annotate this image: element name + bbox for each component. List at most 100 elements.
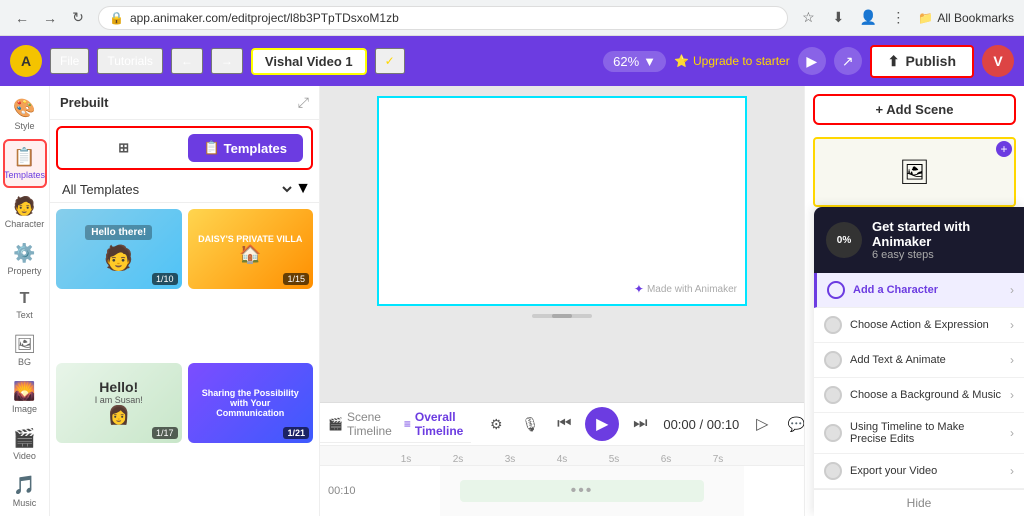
templates-tab-label: Templates: [224, 141, 287, 156]
template-grid: Hello there! 🧑 1/10 DAISY'S PRIVATE VILL…: [50, 203, 319, 516]
scene-add-icon[interactable]: +: [996, 141, 1012, 157]
gs-step-character[interactable]: Add a Character ›: [814, 273, 1024, 308]
user-avatar[interactable]: V: [982, 45, 1014, 77]
sidebar-item-templates[interactable]: 📋 Templates: [3, 139, 47, 188]
gs-check-text: [824, 351, 842, 369]
bg-icon: 🖼: [13, 334, 36, 355]
redo-button[interactable]: →: [211, 48, 243, 74]
browser-actions: ☆ ⬇ 👤 ⋮: [796, 6, 910, 30]
total-time: 00:10: [707, 417, 740, 432]
icon-sidebar: 🎨 Style 📋 Templates 🧑 Character ⚙️ Prope…: [0, 86, 50, 516]
template-card-3[interactable]: Hello! I am Susan! 👩 1/17: [56, 363, 182, 443]
layouts-tab[interactable]: ⊞: [66, 134, 182, 162]
browser-nav-buttons: ← → ↻: [10, 6, 90, 30]
gs-step-timeline[interactable]: Using Timeline to Make Precise Edits ›: [814, 413, 1024, 454]
sidebar-item-text[interactable]: T Text: [3, 284, 47, 326]
sidebar-label-text: Text: [16, 310, 33, 320]
template-tabs: ⊞ 📋 Templates: [56, 126, 313, 170]
menu-button[interactable]: ⋮: [886, 6, 910, 30]
bookmarks-area: 📁 All Bookmarks: [918, 11, 1014, 25]
scene-timeline-icon: 🎬: [328, 417, 343, 431]
mic-btn[interactable]: 🎙: [517, 411, 543, 437]
forward-button[interactable]: →: [38, 6, 62, 30]
gs-header-text: Get started with Animaker 6 easy steps: [872, 219, 1012, 261]
property-icon: ⚙️: [13, 243, 35, 264]
gs-step-background[interactable]: Choose a Background & Music ›: [814, 378, 1024, 413]
sidebar-label-templates: Templates: [4, 170, 45, 180]
project-name[interactable]: Vishal Video 1: [251, 48, 367, 75]
checkmark-button[interactable]: ✓: [375, 48, 405, 74]
music-icon: 🎵: [13, 475, 35, 496]
sidebar-item-video[interactable]: 🎬 Video: [3, 422, 47, 467]
settings-timeline-btn[interactable]: ⚙: [483, 411, 509, 437]
gs-step-expression[interactable]: Choose Action & Expression ›: [814, 308, 1024, 343]
templates-tab[interactable]: 📋 Templates: [188, 134, 304, 162]
scroll-indicator: [532, 314, 592, 318]
sidebar-label-image: Image: [12, 404, 37, 414]
sidebar-item-music[interactable]: 🎵 Music: [3, 469, 47, 514]
overall-timeline-tab[interactable]: ≡ Overall Timeline: [404, 410, 463, 438]
filter-chevron-icon: ▼: [295, 180, 311, 198]
templates-tab-icon: 📋: [203, 140, 219, 156]
gs-arrow-timeline: ›: [1010, 426, 1014, 440]
speech-bubble-btn[interactable]: 💬: [783, 411, 804, 437]
extensions-button[interactable]: ☆: [796, 6, 820, 30]
gs-progress-circle: 0%: [826, 222, 862, 258]
upgrade-button[interactable]: ⭐ Upgrade to starter: [674, 54, 790, 68]
sidebar-item-character[interactable]: 🧑 Character: [3, 190, 47, 235]
gs-header: 0% Get started with Animaker 6 easy step…: [814, 207, 1024, 273]
skip-back-button[interactable]: ⏮: [551, 411, 577, 437]
back-button[interactable]: ←: [10, 6, 34, 30]
sidebar-item-style[interactable]: 🎨 Style: [3, 92, 47, 137]
character-icon: 🧑: [13, 196, 35, 217]
play-button[interactable]: ▶: [585, 407, 619, 441]
sidebar-label-bg: BG: [18, 357, 31, 367]
sidebar-item-property[interactable]: ⚙️ Property: [3, 237, 47, 282]
ruler-7s: 7s: [692, 454, 744, 465]
add-scene-button[interactable]: + Add Scene: [813, 94, 1016, 125]
template-filter[interactable]: All Templates: [58, 181, 295, 198]
panel-header: Prebuilt ⤢: [50, 86, 319, 120]
profile-button[interactable]: 👤: [856, 6, 880, 30]
share-button[interactable]: ↗: [834, 47, 862, 75]
filter-row: All Templates ▼: [50, 176, 319, 203]
gs-progress-value: 0%: [837, 235, 851, 246]
sidebar-item-image[interactable]: 🌄 Image: [3, 375, 47, 420]
template-card-4[interactable]: Sharing the Possibility with Your Commun…: [188, 363, 314, 443]
downloads-button[interactable]: ⬇: [826, 6, 850, 30]
scene-1-thumbnail[interactable]: 🖼 +: [813, 137, 1016, 207]
tutorials-menu[interactable]: Tutorials: [97, 48, 163, 74]
timeline-section: 🎬 Scene Timeline ≡ Overall Timeline ⚙ 🎙 …: [320, 402, 804, 516]
canvas-timeline-area: ✦ Made with Animaker 🎬 Scene Timeline: [320, 86, 804, 516]
next-frame-button[interactable]: ▷: [749, 411, 775, 437]
bookmarks-label: All Bookmarks: [937, 11, 1014, 25]
undo-button[interactable]: ←: [171, 48, 203, 74]
right-panel: + Add Scene 🖼 + Scene 1 00:60 0% Get sta…: [804, 86, 1024, 516]
timeline-track[interactable]: •••: [440, 466, 744, 516]
gs-hide-button[interactable]: Hide: [814, 489, 1024, 516]
current-time: 00:00: [663, 417, 696, 432]
gs-step-expression-label: Choose Action & Expression: [850, 319, 1002, 331]
gs-check-expression: [824, 316, 842, 334]
gs-check-character: [827, 281, 845, 299]
zoom-control[interactable]: 62% ▼: [603, 51, 666, 72]
canvas-frame: ✦ Made with Animaker: [377, 96, 747, 306]
publish-button[interactable]: ⬆ Publish: [870, 45, 974, 78]
address-bar[interactable]: 🔒 app.animaker.com/editproject/l8b3PTpTD…: [98, 6, 788, 30]
expand-button[interactable]: ⤢: [298, 94, 309, 111]
sidebar-item-bg[interactable]: 🖼 BG: [3, 328, 47, 373]
template-badge-3: 1/17: [152, 427, 178, 439]
play-preview-button[interactable]: ▶: [798, 47, 826, 75]
gs-step-text[interactable]: Add Text & Animate ›: [814, 343, 1024, 378]
upgrade-label: Upgrade to starter: [693, 54, 790, 68]
template-card-1[interactable]: Hello there! 🧑 1/10: [56, 209, 182, 289]
gs-step-export[interactable]: Export your Video ›: [814, 454, 1024, 489]
scene-timeline-label: Scene Timeline: [347, 410, 392, 438]
skip-forward-button[interactable]: ⏭: [627, 411, 653, 437]
ruler-3s: 3s: [484, 454, 536, 465]
template-card-2[interactable]: DAISY'S PRIVATE VILLA 🏠 1/15: [188, 209, 314, 289]
file-menu[interactable]: File: [50, 48, 89, 74]
browser-bar: ← → ↻ 🔒 app.animaker.com/editproject/l8b…: [0, 0, 1024, 36]
scene-timeline-tab[interactable]: 🎬 Scene Timeline: [328, 410, 392, 438]
reload-button[interactable]: ↻: [66, 6, 90, 30]
